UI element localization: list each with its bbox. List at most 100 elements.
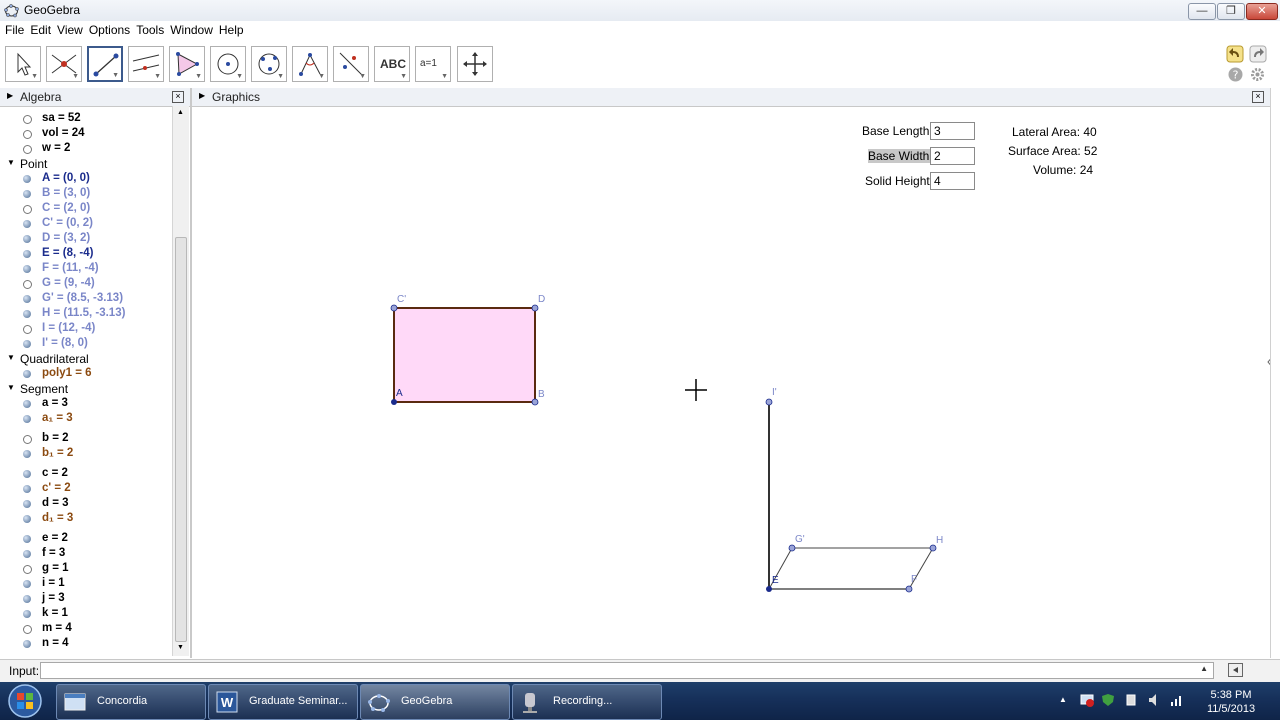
expand-arrow-icon[interactable]: ▼	[7, 158, 15, 167]
speaker-icon[interactable]	[1147, 693, 1161, 707]
taskbar-item-recording[interactable]: Recording...	[512, 684, 662, 720]
algebra-item[interactable]: H = (11.5, -3.13)	[0, 307, 172, 322]
algebra-item[interactable]: D = (3, 2)	[0, 232, 172, 247]
visibility-on-icon[interactable]	[23, 415, 31, 423]
base-length-input[interactable]: 3	[930, 122, 975, 140]
visibility-on-icon[interactable]	[23, 500, 31, 508]
circle-tool-button[interactable]: ▼	[210, 46, 246, 82]
algebra-item[interactable]: b₁ = 2	[0, 447, 172, 462]
move-tool-button[interactable]: ▼	[5, 46, 41, 82]
algebra-item[interactable]: j = 3	[0, 592, 172, 607]
point-G-prime[interactable]	[788, 544, 796, 552]
menu-view[interactable]: View	[54, 21, 86, 39]
visibility-on-icon[interactable]	[23, 640, 31, 648]
algebra-item[interactable]: c' = 2	[0, 482, 172, 497]
scroll-down-arrow-icon[interactable]: ▼	[177, 644, 184, 651]
algebra-item[interactable]: I = (12, -4)	[0, 322, 172, 337]
point-I-prime[interactable]	[765, 398, 773, 406]
undo-icon[interactable]	[1226, 45, 1244, 63]
graphics-close-button[interactable]: ×	[1252, 91, 1264, 103]
visibility-on-icon[interactable]	[23, 400, 31, 408]
algebra-item[interactable]: F = (11, -4)	[0, 262, 172, 277]
visibility-off-icon[interactable]	[23, 435, 32, 444]
algebra-item[interactable]: I' = (8, 0)	[0, 337, 172, 352]
visibility-on-icon[interactable]	[23, 295, 31, 303]
point-A[interactable]	[391, 399, 397, 405]
graphics-canvas[interactable]: A B C' D I' E F G' H	[192, 106, 1270, 656]
minimize-button[interactable]: —	[1188, 3, 1216, 20]
slider-tool-button[interactable]: a=1 ▼	[415, 46, 451, 82]
visibility-off-icon[interactable]	[23, 565, 32, 574]
collapse-arrow-icon[interactable]: ▶	[7, 91, 13, 100]
text-tool-button[interactable]: ABC ▼	[374, 46, 410, 82]
algebra-item[interactable]: d₁ = 3	[0, 512, 172, 527]
point-F[interactable]	[905, 585, 913, 593]
visibility-on-icon[interactable]	[23, 535, 31, 543]
algebra-item[interactable]: a = 3	[0, 397, 172, 412]
point-C-prime[interactable]	[390, 304, 398, 312]
algebra-item[interactable]: m = 4	[0, 622, 172, 637]
visibility-on-icon[interactable]	[23, 190, 31, 198]
algebra-item[interactable]: n = 4	[0, 637, 172, 652]
visibility-on-icon[interactable]	[23, 265, 31, 273]
start-windows-icon[interactable]	[6, 683, 44, 719]
circle-three-points-tool-button[interactable]: ▼	[251, 46, 287, 82]
menu-file[interactable]: File	[2, 21, 27, 39]
algebra-item[interactable]: poly1 = 6	[0, 367, 172, 382]
usb-device-icon[interactable]	[1124, 693, 1138, 707]
show-hidden-icons-icon[interactable]: ▲	[1059, 695, 1067, 704]
help-icon[interactable]: ?	[1228, 67, 1243, 82]
solid-height-input[interactable]: 4	[930, 172, 975, 190]
menu-help[interactable]: Help	[216, 21, 247, 39]
algebra-item[interactable]: c = 2	[0, 467, 172, 482]
rectangle-poly1[interactable]	[393, 307, 536, 403]
collapse-arrow-icon[interactable]: ▶	[199, 91, 205, 100]
visibility-on-icon[interactable]	[23, 175, 31, 183]
visibility-off-icon[interactable]	[23, 145, 32, 154]
polygon-tool-button[interactable]: ▼	[169, 46, 205, 82]
taskbar-item-concordia[interactable]: Concordia	[56, 684, 206, 720]
input-history-dropdown-icon[interactable]: ▲	[1200, 664, 1208, 673]
menu-edit[interactable]: Edit	[27, 21, 54, 39]
expand-arrow-icon[interactable]: ▼	[7, 353, 15, 362]
algebra-item[interactable]: C = (2, 0)	[0, 202, 172, 217]
visibility-on-icon[interactable]	[23, 450, 31, 458]
algebra-item[interactable]: G = (9, -4)	[0, 277, 172, 292]
visibility-on-icon[interactable]	[23, 515, 31, 523]
visibility-on-icon[interactable]	[23, 485, 31, 493]
taskbar-item-geogebra[interactable]: GeoGebra	[360, 684, 510, 720]
parallel-line-tool-button[interactable]: ▼	[128, 46, 164, 82]
close-window-button[interactable]: ✕	[1246, 3, 1278, 20]
algebra-item[interactable]: f = 3	[0, 547, 172, 562]
settings-gear-icon[interactable]	[1250, 67, 1265, 82]
menu-options[interactable]: Options	[86, 21, 133, 39]
visibility-off-icon[interactable]	[23, 325, 32, 334]
visibility-off-icon[interactable]	[23, 625, 32, 634]
angle-tool-button[interactable]: ▼	[292, 46, 328, 82]
reflect-tool-button[interactable]: ▼	[333, 46, 369, 82]
menu-window[interactable]: Window	[167, 21, 216, 39]
algebra-item[interactable]: i = 1	[0, 577, 172, 592]
scroll-up-arrow-icon[interactable]: ▲	[177, 109, 184, 116]
menu-tools[interactable]: Tools	[133, 21, 167, 39]
algebra-item[interactable]: A = (0, 0)	[0, 172, 172, 187]
visibility-off-icon[interactable]	[23, 280, 32, 289]
visibility-off-icon[interactable]	[23, 115, 32, 124]
visibility-off-icon[interactable]	[23, 205, 32, 214]
input-field[interactable]: ▲	[40, 662, 1214, 679]
visibility-on-icon[interactable]	[23, 370, 31, 378]
visibility-on-icon[interactable]	[23, 340, 31, 348]
visibility-on-icon[interactable]	[23, 250, 31, 258]
parallelogram-base[interactable]	[768, 547, 934, 590]
algebra-item[interactable]: E = (8, -4)	[0, 247, 172, 262]
taskbar-item-word[interactable]: W Graduate Seminar...	[208, 684, 358, 720]
point-tool-button[interactable]: ▼	[46, 46, 82, 82]
redo-icon[interactable]	[1249, 45, 1267, 63]
visibility-on-icon[interactable]	[23, 550, 31, 558]
algebra-item[interactable]: G' = (8.5, -3.13)	[0, 292, 172, 307]
visibility-on-icon[interactable]	[23, 220, 31, 228]
algebra-item[interactable]: e = 2	[0, 532, 172, 547]
algebra-scroll-thumb[interactable]	[175, 237, 187, 642]
network-alert-icon[interactable]	[1080, 693, 1094, 707]
maximize-button[interactable]: ❐	[1217, 3, 1245, 20]
